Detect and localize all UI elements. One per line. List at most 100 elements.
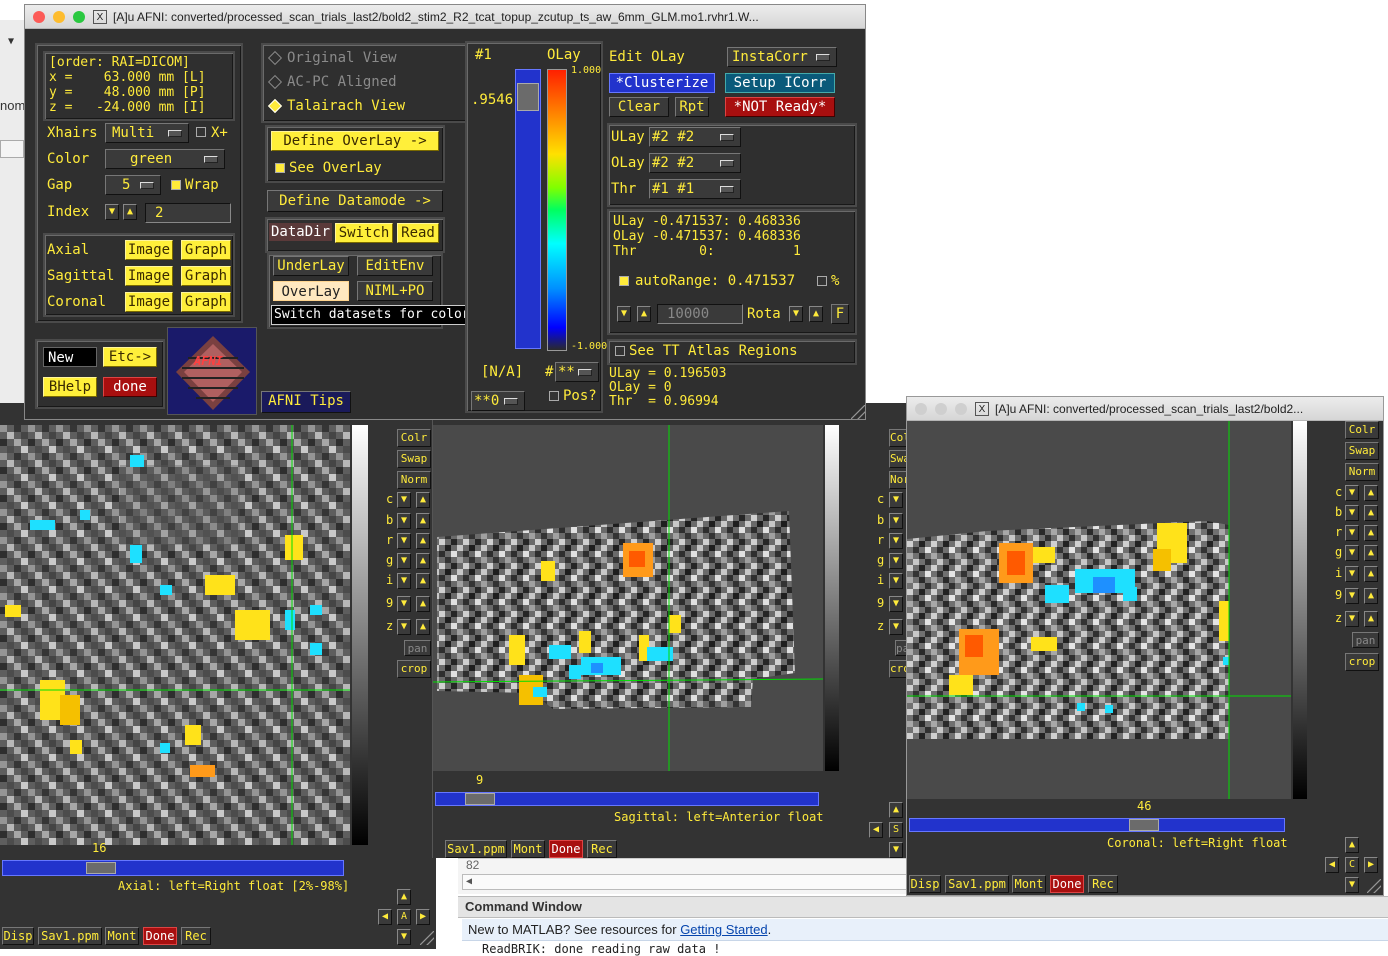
not-ready-button[interactable]: *NOT Ready* (725, 97, 835, 117)
menu-arrow-icon[interactable]: ▼ (8, 36, 14, 47)
r-down-button[interactable]: ▼ (397, 533, 411, 549)
coronal-pan-button[interactable]: pan (1352, 632, 1379, 648)
rota-up-button[interactable]: ▲ (809, 306, 823, 322)
coronal-corner-c-button[interactable]: C (1345, 857, 1359, 873)
coronal-corner-up-button[interactable]: ▲ (1345, 837, 1359, 853)
sagittal-slider-thumb[interactable] (465, 793, 495, 805)
olay-menu[interactable]: #2 #2 (649, 153, 741, 173)
coronal-c-down-button[interactable]: ▼ (1345, 485, 1359, 501)
read-button[interactable]: Read (397, 223, 439, 243)
colr-button[interactable]: Colr (397, 429, 431, 447)
coronal-corner-left-button[interactable]: ◀ (1325, 857, 1339, 873)
minimize-icon[interactable] (935, 403, 947, 415)
b-down-button[interactable]: ▼ (397, 513, 411, 529)
coronal-done-button[interactable]: Done (1050, 875, 1084, 893)
index-up-button[interactable]: ▲ (123, 204, 137, 220)
axial-image-button[interactable]: Image (125, 240, 173, 260)
sagittal-r-down-button[interactable]: ▼ (889, 533, 903, 549)
scroll-left-icon[interactable]: ◀ (466, 874, 472, 890)
c-down-button[interactable]: ▼ (397, 492, 411, 508)
see-overlay-checkbox[interactable] (275, 163, 285, 173)
i-down-button[interactable]: ▼ (397, 573, 411, 589)
zero-menu[interactable]: **0 (471, 391, 525, 411)
coronal-g-up-button[interactable]: ▲ (1364, 545, 1378, 561)
underlay-button[interactable]: UnderLay (273, 256, 349, 276)
z-up-button[interactable]: ▲ (416, 619, 430, 635)
axial-mont-button[interactable]: Mont (105, 927, 139, 945)
range-up-button[interactable]: ▲ (637, 306, 651, 322)
r-up-button[interactable]: ▲ (416, 533, 430, 549)
coronal-b-down-button[interactable]: ▼ (1345, 505, 1359, 521)
instacorr-menu[interactable]: InstaCorr (727, 47, 837, 67)
coronal-c-up-button[interactable]: ▲ (1364, 485, 1378, 501)
sagittal-sav-button[interactable]: Sav1.ppm (445, 840, 507, 858)
coronal-disp-button[interactable]: Disp (909, 875, 941, 893)
f-button[interactable]: F (831, 304, 849, 324)
setup-icorr-button[interactable]: Setup ICorr (725, 73, 835, 93)
coronal-z-up-button[interactable]: ▲ (1364, 611, 1378, 627)
sagittal-done-button[interactable]: Done (549, 840, 583, 858)
coronal-nine-up-button[interactable]: ▲ (1364, 588, 1378, 604)
maximize-icon[interactable] (955, 403, 967, 415)
original-view-label[interactable]: Original View (287, 49, 397, 67)
coronal-graph-button[interactable]: Graph (181, 292, 231, 312)
acpc-view-label[interactable]: AC-PC Aligned (287, 73, 397, 91)
threshold-slider-thumb[interactable] (517, 83, 539, 111)
define-overlay-button[interactable]: Define OverLay -> (271, 131, 439, 151)
axial-slider-thumb[interactable] (86, 862, 116, 874)
pos-checkbox[interactable] (549, 391, 559, 401)
editenv-button[interactable]: EditEnv (357, 256, 433, 276)
sagittal-corner-left-button[interactable]: ◀ (869, 822, 883, 838)
percent-checkbox[interactable] (817, 276, 827, 286)
xplus-checkbox[interactable] (196, 127, 206, 137)
coronal-z-down-button[interactable]: ▼ (1345, 611, 1359, 627)
coronal-mont-button[interactable]: Mont (1012, 875, 1046, 893)
coronal-r-up-button[interactable]: ▲ (1364, 525, 1378, 541)
sagittal-nine-down-button[interactable]: ▼ (889, 596, 903, 612)
g-up-button[interactable]: ▲ (416, 553, 430, 569)
coronal-rec-button[interactable]: Rec (1088, 875, 1118, 893)
swap-button[interactable]: Swap (397, 450, 431, 468)
axial-rec-button[interactable]: Rec (181, 927, 211, 945)
close-icon[interactable] (33, 11, 45, 23)
sagittal-corner-up-button[interactable]: ▲ (889, 802, 903, 818)
bhelp-button[interactable]: BHelp (43, 377, 97, 397)
axial-slice-slider[interactable] (2, 860, 344, 876)
sagittal-c-down-button[interactable]: ▼ (889, 492, 903, 508)
coronal-b-up-button[interactable]: ▲ (1364, 505, 1378, 521)
axial-disp-button[interactable]: Disp (2, 927, 34, 945)
define-datamode-button[interactable]: Define Datamode -> (267, 190, 443, 212)
autorange-checkbox[interactable] (619, 276, 629, 286)
sagittal-mont-button[interactable]: Mont (511, 840, 545, 858)
ulay-menu[interactable]: #2 #2 (649, 127, 741, 147)
coronal-resize-grip-icon[interactable] (1367, 879, 1381, 893)
axial-corner-a-button[interactable]: A (397, 909, 411, 925)
coronal-nine-down-button[interactable]: ▼ (1345, 588, 1359, 604)
wrap-checkbox[interactable] (171, 180, 181, 190)
crop-button[interactable]: crop (397, 660, 431, 678)
axial-corner-left-button[interactable]: ◀ (378, 909, 392, 925)
axial-resize-grip-icon[interactable] (420, 931, 434, 945)
range-down-button[interactable]: ▼ (617, 306, 631, 322)
axial-graph-button[interactable]: Graph (181, 240, 231, 260)
index-down-button[interactable]: ▼ (105, 204, 119, 220)
coronal-norm-button[interactable]: Norm (1345, 463, 1379, 481)
coronal-image-view[interactable] (907, 421, 1291, 799)
afni-logo[interactable]: AFNI (167, 327, 257, 415)
i-up-button[interactable]: ▲ (416, 573, 430, 589)
c-up-button[interactable]: ▲ (416, 492, 430, 508)
coronal-crop-button[interactable]: crop (1345, 653, 1379, 671)
coronal-corner-down-button[interactable]: ▼ (1345, 877, 1359, 893)
sagittal-i-down-button[interactable]: ▼ (889, 573, 903, 589)
axial-corner-right-button[interactable]: ▶ (416, 909, 430, 925)
axial-corner-down-button[interactable]: ▼ (397, 929, 411, 945)
getting-started-link[interactable]: Getting Started (680, 922, 767, 937)
coronal-slice-slider[interactable] (909, 818, 1285, 832)
maximize-icon[interactable] (73, 11, 85, 23)
coronal-sav-button[interactable]: Sav1.ppm (945, 875, 1009, 893)
xhairs-menu[interactable]: Multi (105, 123, 189, 143)
norm-button[interactable]: Norm (397, 471, 431, 489)
main-resize-grip-icon[interactable] (851, 405, 865, 419)
nine-down-button[interactable]: ▼ (397, 596, 411, 612)
see-tt-checkbox[interactable] (615, 346, 625, 356)
